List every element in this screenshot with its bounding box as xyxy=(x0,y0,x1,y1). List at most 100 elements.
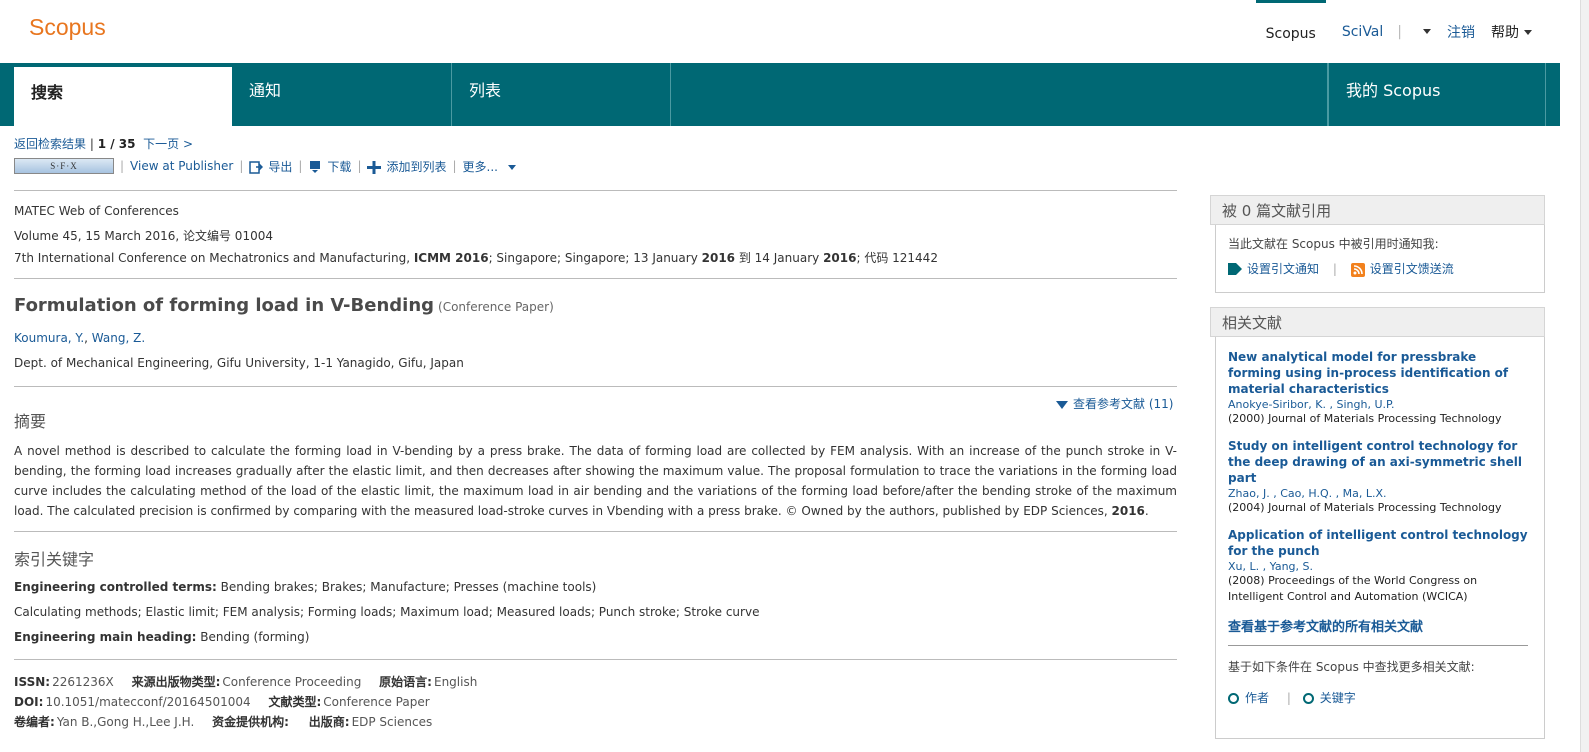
tab-label: 通知 xyxy=(249,81,282,100)
logout-link[interactable]: 注销 xyxy=(1447,22,1475,42)
cited-by-panel: 被 0 篇文献引用 当此文献在 Scopus 中被引用时通知我: 设置引文通知 … xyxy=(1210,195,1545,293)
conference-acronym: ICMM 2016 xyxy=(413,251,489,265)
toolbar-separator: | xyxy=(298,159,303,173)
source-type-value: Conference Proceeding xyxy=(222,675,362,689)
source-title: MATEC Web of Conferences xyxy=(14,204,179,218)
view-at-publisher-link[interactable]: View at Publisher xyxy=(130,159,233,173)
toolbar-separator: | xyxy=(452,159,457,173)
view-references-label: 查看参考文献 (11) xyxy=(1073,397,1174,411)
tab-label: 我的 Scopus xyxy=(1346,81,1441,100)
doi-value: 10.1051/matecconf/20164501004 xyxy=(45,695,251,709)
view-all-related-link[interactable]: 查看基于参考文献的所有相关文献 xyxy=(1228,616,1532,635)
language-value: English xyxy=(433,675,478,689)
funding-label: 资金提供机构: xyxy=(212,715,289,729)
more-dropdown[interactable]: 更多... xyxy=(463,158,516,175)
conference-year: 2016 xyxy=(823,251,857,265)
keywords-heading: 索引关键字 xyxy=(14,550,95,569)
account-dropdown[interactable] xyxy=(1418,24,1431,40)
back-to-results-link[interactable]: 返回检索结果 xyxy=(14,137,86,151)
author-link[interactable]: Wang, Z. xyxy=(92,331,145,345)
main-tabs: 搜索 通知 列表 我的 Scopus xyxy=(0,63,1560,126)
plus-icon xyxy=(367,160,382,174)
related-source: (2000) Journal of Materials Processing T… xyxy=(1228,412,1502,425)
controlled-terms-value: Bending brakes; Brakes; Manufacture; Pre… xyxy=(220,580,597,594)
set-citation-alert-link[interactable]: 设置引文通知 xyxy=(1228,262,1323,276)
search-icon xyxy=(1228,693,1239,704)
chevron-down-icon xyxy=(507,164,516,170)
publisher-label: 出版商: xyxy=(308,715,350,729)
related-source: (2004) Journal of Materials Processing T… xyxy=(1228,501,1502,514)
abstract-text: A novel method is described to calculate… xyxy=(14,441,1177,521)
tab-label: 列表 xyxy=(469,81,502,100)
set-citation-feed-label: 设置引文馈送流 xyxy=(1369,262,1454,276)
panel-separator: | xyxy=(1286,691,1291,705)
related-by-author-link[interactable]: 作者 xyxy=(1228,691,1269,705)
divider xyxy=(14,190,1177,191)
author-link[interactable]: Koumura, Y. xyxy=(14,331,84,345)
keyword-label: 关键字 xyxy=(1319,691,1356,705)
author-link[interactable]: Ma, L.X. xyxy=(1343,487,1387,500)
cited-by-body: 当此文献在 Scopus 中被引用时通知我: 设置引文通知 | 设置引文馈送流 xyxy=(1215,225,1545,293)
doc-type-label: 文献类型: xyxy=(268,695,322,709)
download-button[interactable]: 下载 xyxy=(308,158,351,175)
tab-label: 搜索 xyxy=(31,83,64,102)
page-title: Formulation of forming load in V-Bending… xyxy=(14,295,554,316)
tab-search[interactable]: 搜索 xyxy=(14,67,232,126)
add-to-list-button[interactable]: 添加到列表 xyxy=(367,158,447,175)
help-menu[interactable]: 帮助 xyxy=(1491,22,1532,42)
export-icon xyxy=(249,160,264,174)
author-label: 作者 xyxy=(1245,691,1270,705)
abstract-body: A novel method is described to calculate… xyxy=(14,444,1177,518)
source-type-label: 来源出版物类型: xyxy=(131,675,221,689)
author-link[interactable]: Cao, H.Q. xyxy=(1280,487,1332,500)
related-docs-panel: 相关文献 New analytical model for pressbrake… xyxy=(1210,307,1545,739)
author-link[interactable]: Singh, U.P. xyxy=(1337,398,1395,411)
conference-location: ; Singapore; Singapore; 13 January xyxy=(488,251,702,265)
scopus-logo[interactable]: Scopus xyxy=(29,14,106,41)
crumb-separator: | xyxy=(89,137,94,151)
author-link[interactable]: Xu, L. xyxy=(1228,560,1259,573)
toolbar-separator: | xyxy=(357,159,362,173)
top-nav: Scopus SciVal | 注销 帮助 xyxy=(1255,0,1532,63)
export-label: 导出 xyxy=(268,159,293,174)
issn-value: 2261236X xyxy=(52,675,114,689)
abstract-heading: 摘要 xyxy=(14,412,47,431)
divider xyxy=(14,278,1177,279)
uncontrolled-terms: Calculating methods; Elastic limit; FEM … xyxy=(14,605,760,619)
related-by-keyword-link[interactable]: 关键字 xyxy=(1302,691,1356,705)
conference-year: 2016 xyxy=(701,251,736,265)
tab-alerts[interactable]: 通知 xyxy=(232,63,452,126)
view-references-link[interactable]: 查看参考文献 (11) xyxy=(1056,395,1173,412)
author-link[interactable]: Zhao, J. xyxy=(1228,487,1270,500)
more-label: 更多... xyxy=(462,159,498,174)
chevron-down-icon xyxy=(1524,30,1532,35)
related-title-link[interactable]: Application of intelligent control techn… xyxy=(1228,527,1532,559)
editors-label: 卷编者: xyxy=(14,715,55,729)
nav-scopus[interactable]: Scopus xyxy=(1255,0,1326,63)
tab-lists[interactable]: 列表 xyxy=(452,63,671,126)
related-item: Study on intelligent control technology … xyxy=(1228,438,1532,516)
toolbar-separator: | xyxy=(120,159,125,173)
page-scrollbar[interactable] xyxy=(1580,0,1589,752)
author-link[interactable]: Anokye-Siribor, K. xyxy=(1228,398,1326,411)
abstract-year: 2016 xyxy=(1111,504,1145,518)
conference-to: 到 14 January xyxy=(735,251,824,265)
nav-scival[interactable]: SciVal xyxy=(1342,24,1383,40)
tab-spacer xyxy=(671,63,1328,126)
related-item: Application of intelligent control techn… xyxy=(1228,527,1532,605)
set-citation-feed-link[interactable]: 设置引文馈送流 xyxy=(1350,262,1454,277)
footer-row: 卷编者: Yan B.,Gong H.,Lee J.H. 资金提供机构: 出版商:… xyxy=(14,713,432,730)
sfx-button[interactable]: S·F·X xyxy=(14,158,114,174)
controlled-terms-label: Engineering controlled terms: xyxy=(14,580,217,594)
author-link[interactable]: Yang, S. xyxy=(1270,560,1313,573)
related-title-link[interactable]: New analytical model for pressbrake form… xyxy=(1228,349,1532,397)
divider xyxy=(14,531,1177,532)
publisher-value: EDP Sciences xyxy=(351,715,433,729)
doi-label: DOI: xyxy=(14,695,44,709)
next-page-link[interactable]: 下一页 > xyxy=(143,137,193,151)
export-button[interactable]: 导出 xyxy=(249,158,292,175)
related-docs-heading: 相关文献 xyxy=(1210,307,1545,337)
tab-my-scopus[interactable]: 我的 Scopus xyxy=(1328,63,1546,126)
related-title-link[interactable]: Study on intelligent control technology … xyxy=(1228,438,1532,486)
divider xyxy=(14,386,1177,387)
